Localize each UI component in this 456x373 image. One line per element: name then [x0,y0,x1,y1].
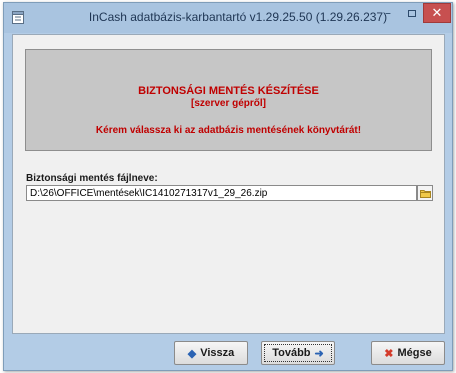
minimize-icon: – [385,6,391,20]
banner-title: BIZTONSÁGI MENTÉS KÉSZÍTÉSE [138,85,319,97]
browse-folder-button[interactable] [417,185,433,201]
back-button-label: Vissza [200,347,235,359]
folder-icon [419,189,431,198]
next-button[interactable]: Tovább ➜ [261,341,335,365]
backup-filename-label: Biztonsági mentés fájlneve: [26,173,158,184]
back-button[interactable]: ◆ Vissza [174,341,248,365]
cancel-button[interactable]: ✖ Mégse [371,341,445,365]
minimize-button[interactable]: – [376,3,400,23]
info-banner: BIZTONSÁGI MENTÉS KÉSZÍTÉSE [szerver gép… [25,49,432,151]
maximize-button[interactable] [401,3,423,23]
arrow-left-icon: ◆ [187,347,197,360]
cancel-button-label: Mégse [397,347,432,359]
title-bar[interactable]: InCash adatbázis-karbantartó v1.29.25.50… [4,3,452,33]
x-mark-icon: ✖ [384,347,394,360]
close-button[interactable]: ✕ [423,3,451,23]
maximize-icon [408,9,416,17]
client-area: BIZTONSÁGI MENTÉS KÉSZÍTÉSE [szerver gép… [12,34,445,334]
banner-subtitle: [szerver gépről] [190,98,267,109]
app-window: InCash adatbázis-karbantartó v1.29.25.50… [3,2,453,371]
next-button-label: Tovább [272,347,311,359]
banner-instruction: Kérem válassza ki az adatbázis mentéséne… [95,125,362,136]
close-icon: ✕ [431,5,443,21]
arrow-right-icon: ➜ [314,347,324,360]
backup-filename-input[interactable] [26,185,417,201]
